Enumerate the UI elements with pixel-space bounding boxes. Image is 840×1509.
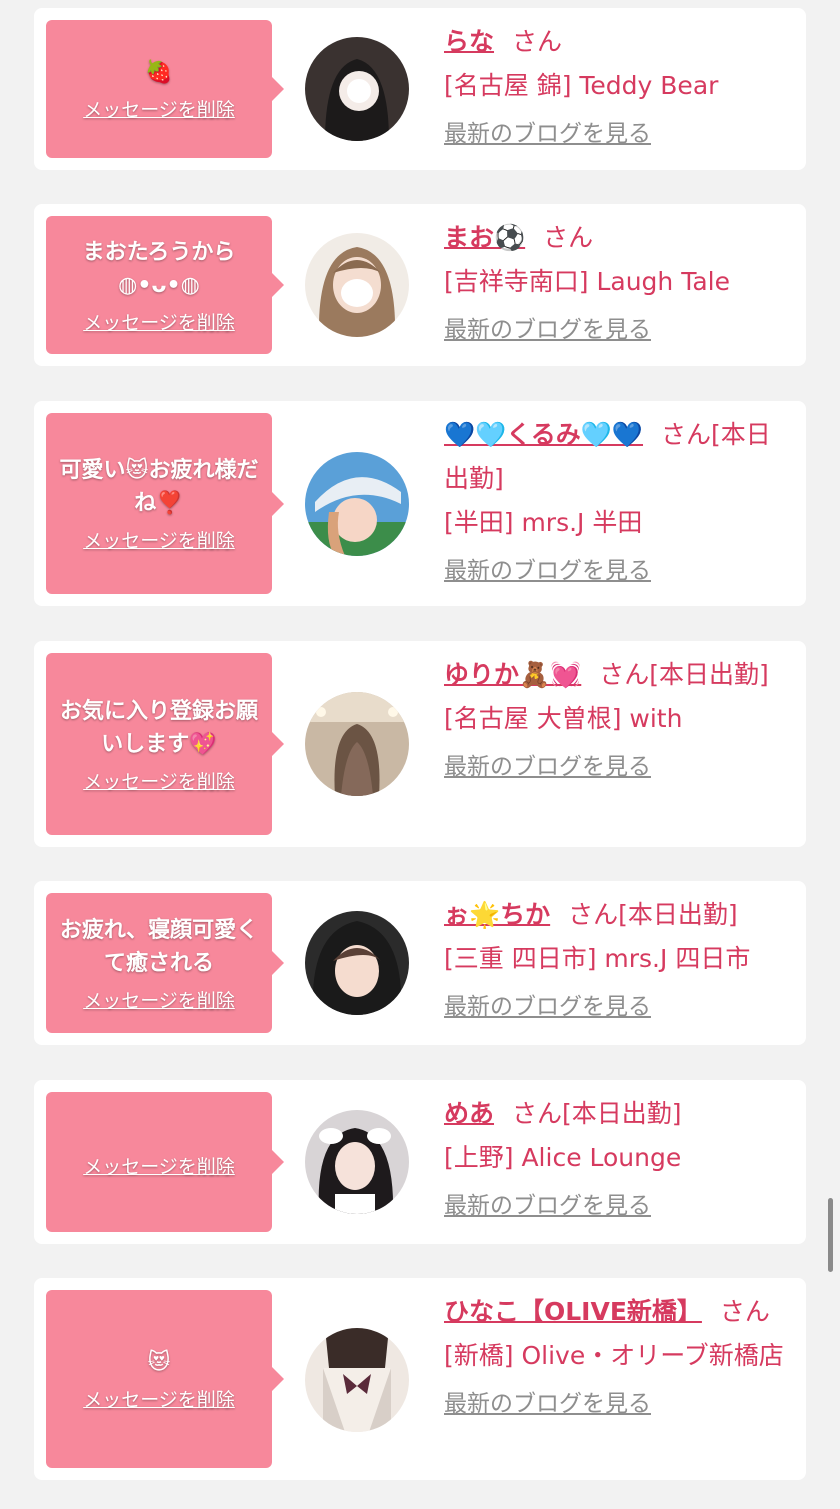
shop-label: [半田] mrs.J 半田 (444, 508, 643, 537)
message-bubble: まおたろうから◍•ᴗ•◍ メッセージを削除 (46, 216, 284, 354)
delete-message-link[interactable]: メッセージを削除 (83, 95, 235, 122)
shop-label: [名古屋 錦] Teddy Bear (444, 71, 719, 100)
avatar[interactable] (305, 452, 409, 556)
delete-message-link[interactable]: メッセージを削除 (83, 308, 235, 335)
favorite-card: 🍓 メッセージを削除 らな さん [名古屋 錦] Teddy Bear 最新のブロ… (34, 8, 806, 170)
honorific: さん (512, 27, 563, 56)
message-bubble: 🍓 メッセージを削除 (46, 20, 284, 158)
profile-name-link[interactable]: ひなこ【OLIVE新橋】 (444, 1297, 702, 1326)
delete-message-link[interactable]: メッセージを削除 (83, 526, 235, 553)
message-text: 可愛い😻お疲れ様だね❣️ (59, 458, 259, 516)
shop-label: [吉祥寺南口] Laugh Tale (444, 267, 730, 296)
latest-blog-link[interactable]: 最新のブログを見る (444, 1186, 651, 1226)
shop-label: [三重 四日市] mrs.J 四日市 (444, 944, 751, 973)
message-bubble: メッセージを削除 (46, 1092, 284, 1232)
latest-blog-link[interactable]: 最新のブログを見る (444, 987, 651, 1027)
latest-blog-link[interactable]: 最新のブログを見る (444, 747, 651, 787)
avatar[interactable] (305, 692, 409, 796)
delete-message-link[interactable]: メッセージを削除 (83, 1385, 235, 1412)
honorific: さん (543, 223, 594, 252)
profile-name-link[interactable]: めあ (444, 1099, 494, 1128)
message-text: 😻 (147, 1350, 171, 1375)
latest-blog-link[interactable]: 最新のブログを見る (444, 1384, 651, 1424)
message-text: まおたろうから◍•ᴗ•◍ (82, 239, 236, 298)
avatar[interactable] (305, 911, 409, 1015)
message-text: 🍓 (145, 60, 173, 85)
favorite-card: お疲れ、寝顔可愛くて癒される メッセージを削除 ぉ🌟ちか さん[本日出勤] [三重… (34, 881, 806, 1045)
honorific: さん[本日出勤] (599, 660, 769, 689)
message-bubble: 😻 メッセージを削除 (46, 1290, 284, 1468)
avatar[interactable] (305, 37, 409, 141)
profile-info: らな さん [名古屋 錦] Teddy Bear 最新のブログを見る (444, 20, 794, 154)
latest-blog-link[interactable]: 最新のブログを見る (444, 551, 651, 591)
shop-label: [新橋] Olive・オリーブ新橋店 (444, 1341, 784, 1370)
profile-name-link[interactable]: ゆりか🧸💓 (444, 660, 581, 689)
profile-name-link[interactable]: まお⚽ (444, 223, 525, 252)
shop-label: [名古屋 大曽根] with (444, 704, 683, 733)
delete-message-link[interactable]: メッセージを削除 (83, 986, 235, 1013)
latest-blog-link[interactable]: 最新のブログを見る (444, 114, 651, 154)
avatar[interactable] (305, 1110, 409, 1214)
favorite-card: まおたろうから◍•ᴗ•◍ メッセージを削除 まお⚽ さん [吉祥寺南口] Laug… (34, 204, 806, 366)
favorite-card: お気に入り登録お願いします💖 メッセージを削除 ゆりか🧸💓 さん[本日出勤] [名… (34, 641, 806, 847)
profile-info: 💙🩵くるみ🩵💙 さん[本日出勤] [半田] mrs.J 半田 最新のブログを見る (444, 413, 794, 591)
favorite-card: 可愛い😻お疲れ様だね❣️ メッセージを削除 💙🩵くるみ🩵💙 さん[本日出勤] [半… (34, 401, 806, 606)
shop-label: [上野] Alice Lounge (444, 1143, 682, 1172)
scrollbar[interactable] (828, 1198, 833, 1272)
favorite-card: 😻 メッセージを削除 ひなこ【OLIVE新橋】 さん [新橋] Olive・オリー… (34, 1278, 806, 1480)
avatar[interactable] (305, 233, 409, 337)
profile-info: ゆりか🧸💓 さん[本日出勤] [名古屋 大曽根] with 最新のブログを見る (444, 653, 794, 787)
message-bubble: 可愛い😻お疲れ様だね❣️ メッセージを削除 (46, 413, 284, 594)
message-bubble: お気に入り登録お願いします💖 メッセージを削除 (46, 653, 284, 835)
honorific: さん[本日出勤] (568, 900, 738, 929)
profile-name-link[interactable]: ぉ🌟ちか (444, 900, 550, 929)
profile-name-link[interactable]: らな (444, 27, 494, 56)
delete-message-link[interactable]: メッセージを削除 (83, 1152, 235, 1179)
profile-name-link[interactable]: 💙🩵くるみ🩵💙 (444, 420, 643, 449)
honorific: さん[本日出勤] (512, 1099, 682, 1128)
profile-info: ぉ🌟ちか さん[本日出勤] [三重 四日市] mrs.J 四日市 最新のブログを見… (444, 893, 794, 1027)
honorific: さん (719, 1297, 770, 1326)
delete-message-link[interactable]: メッセージを削除 (83, 767, 235, 794)
message-text: お疲れ、寝顔可愛くて癒される (59, 917, 259, 976)
profile-info: ひなこ【OLIVE新橋】 さん [新橋] Olive・オリーブ新橋店 最新のブログ… (444, 1290, 794, 1424)
message-bubble: お疲れ、寝顔可愛くて癒される メッセージを削除 (46, 893, 284, 1033)
favorite-card: メッセージを削除 めあ さん[本日出勤] [上野] Alice Lounge 最新… (34, 1080, 806, 1244)
profile-info: めあ さん[本日出勤] [上野] Alice Lounge 最新のブログを見る (444, 1092, 794, 1226)
profile-info: まお⚽ さん [吉祥寺南口] Laugh Tale 最新のブログを見る (444, 216, 794, 350)
avatar[interactable] (305, 1328, 409, 1432)
message-text: お気に入り登録お願いします💖 (59, 698, 258, 757)
latest-blog-link[interactable]: 最新のブログを見る (444, 310, 651, 350)
